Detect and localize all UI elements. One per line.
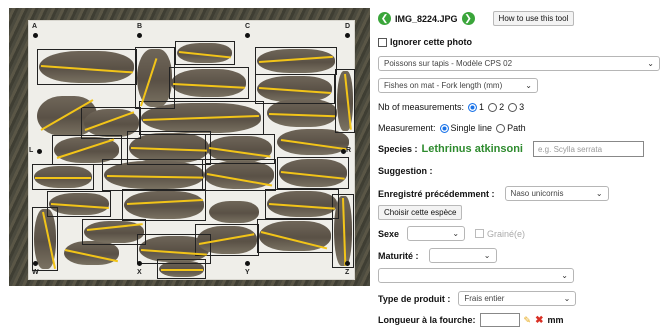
species-value: Lethrinus atkinsoni <box>421 143 523 155</box>
nb-option-3: 3 <box>519 102 525 112</box>
marker-label-d: D <box>345 23 351 30</box>
measurement-line[interactable] <box>35 177 91 179</box>
fork-length-row: Longueur à la fourche: ✎ ✖ mm <box>378 313 563 327</box>
single-line-option: Single line <box>450 123 493 133</box>
marker-label-r: R <box>346 147 352 154</box>
chevron-down-icon: ⌄ <box>595 189 603 198</box>
marker-dot <box>345 33 350 38</box>
annotation-panel: ❮ IMG_8224.JPG ❯ How to use this tool Ig… <box>378 0 660 327</box>
marker-dot <box>341 149 346 154</box>
nb-option-1: 1 <box>479 102 485 112</box>
sex-row: Sexe ⌄ Grainé(e) <box>378 226 525 241</box>
nb-measurements-label: Nb of measurements: <box>378 102 465 112</box>
species-search-input[interactable]: e.g. Scylla serrata <box>533 141 644 157</box>
chevron-down-icon: ⌄ <box>561 271 568 280</box>
fork-length-label: Longueur à la fourche: <box>378 315 476 325</box>
chevron-down-icon: ⌄ <box>525 81 532 90</box>
fish <box>209 201 259 223</box>
marker-label-l: L <box>29 147 34 154</box>
marker-label-z: Z <box>345 269 350 276</box>
measure-type-select[interactable]: Fishes on mat - Fork length (mm) ⌄ <box>378 78 538 93</box>
path-radio[interactable] <box>496 123 506 133</box>
single-line-radio[interactable] <box>439 123 449 133</box>
marker-dot <box>37 149 42 154</box>
maturity-select[interactable]: ⌄ <box>428 248 497 263</box>
marker-dot <box>245 33 250 38</box>
nb-radio-3[interactable] <box>508 102 518 112</box>
chevron-down-icon: ⌄ <box>563 294 571 303</box>
pencil-icon[interactable]: ✎ <box>524 315 532 326</box>
marker-dot <box>33 261 38 266</box>
measurement-line[interactable] <box>161 269 203 271</box>
help-button[interactable]: How to use this tool <box>492 11 575 26</box>
nb-radio-1[interactable] <box>468 102 478 112</box>
chevron-down-icon: ⌄ <box>483 251 491 260</box>
previous-species-value: Naso unicornis <box>510 189 564 198</box>
species-row: Species : Lethrinus atkinsoni e.g. Scyll… <box>378 141 644 157</box>
suggestion-label: Suggestion : <box>378 166 433 176</box>
choose-species-button[interactable]: Choisir cette espèce <box>378 205 463 220</box>
measurement-label: Measurement: <box>378 123 436 133</box>
product-select[interactable]: Frais entier ⌄ <box>458 291 577 306</box>
marker-label-b: B <box>137 23 143 30</box>
product-value: Frais entier <box>464 294 505 303</box>
path-option: Path <box>507 123 526 133</box>
product-row: Type de produit : Frais entier ⌄ <box>378 291 577 306</box>
marker-dot <box>137 33 142 38</box>
grained-checkbox[interactable] <box>475 229 485 238</box>
previous-row: Enregistré précédemment : Naso unicornis… <box>378 186 609 201</box>
marker-label-a: A <box>32 23 38 30</box>
marker-label-y: Y <box>245 269 250 276</box>
nb-option-2: 2 <box>499 102 505 112</box>
marker-label-x: X <box>137 269 142 276</box>
fish-bounding-box[interactable] <box>122 189 206 221</box>
ignore-row: Ignorer cette photo <box>378 37 472 47</box>
previous-species-select[interactable]: Naso unicornis ⌄ <box>504 186 609 201</box>
nb-measurements-row: Nb of measurements: 1 2 3 <box>378 102 524 112</box>
photo-navigation: ❮ IMG_8224.JPG ❯ How to use this tool <box>378 11 575 26</box>
measure-type-value: Fishes on mat - Fork length (mm) <box>384 81 503 90</box>
photo-filename: IMG_8224.JPG <box>395 13 458 24</box>
product-label: Type de produit : <box>378 293 451 304</box>
sex-select[interactable]: ⌄ <box>407 226 466 241</box>
chevron-down-icon: ⌄ <box>452 229 460 238</box>
marker-dot <box>137 261 142 266</box>
fish-photo[interactable]: A B C D L R W X Y Z <box>9 8 370 286</box>
unit-label: mm <box>547 315 564 325</box>
marker-dot <box>33 33 38 38</box>
marker-label-w: W <box>32 269 39 276</box>
model-select-value: Poissons sur tapis - Modèle CPS 02 <box>384 59 513 68</box>
fork-length-input[interactable] <box>479 313 520 327</box>
previous-label: Enregistré précédemment : <box>378 188 495 199</box>
nb-radio-2[interactable] <box>488 102 498 112</box>
species-label: Species : <box>378 144 418 154</box>
sex-label: Sexe <box>378 228 400 239</box>
arrow-right-icon[interactable]: ❯ <box>461 12 475 25</box>
maturity-label: Maturité : <box>378 250 419 261</box>
marker-dot <box>345 261 350 266</box>
delete-icon[interactable]: ✖ <box>535 315 543 326</box>
ignore-label: Ignorer cette photo <box>390 37 473 47</box>
marker-dot <box>245 261 250 266</box>
measurement-row: Measurement: Single line Path <box>378 123 526 133</box>
secondary-select[interactable]: ⌄ <box>378 268 574 283</box>
chevron-down-icon: ⌄ <box>647 59 654 68</box>
ignore-checkbox[interactable] <box>378 37 387 47</box>
marker-label-c: C <box>245 23 251 30</box>
maturity-row: Maturité : ⌄ <box>378 248 497 263</box>
arrow-left-icon[interactable]: ❮ <box>378 12 391 25</box>
measuring-mat: A B C D L R W X Y Z <box>28 20 355 280</box>
model-select[interactable]: Poissons sur tapis - Modèle CPS 02 ⌄ <box>378 56 660 71</box>
grained-label: Grainé(e) <box>487 228 526 239</box>
